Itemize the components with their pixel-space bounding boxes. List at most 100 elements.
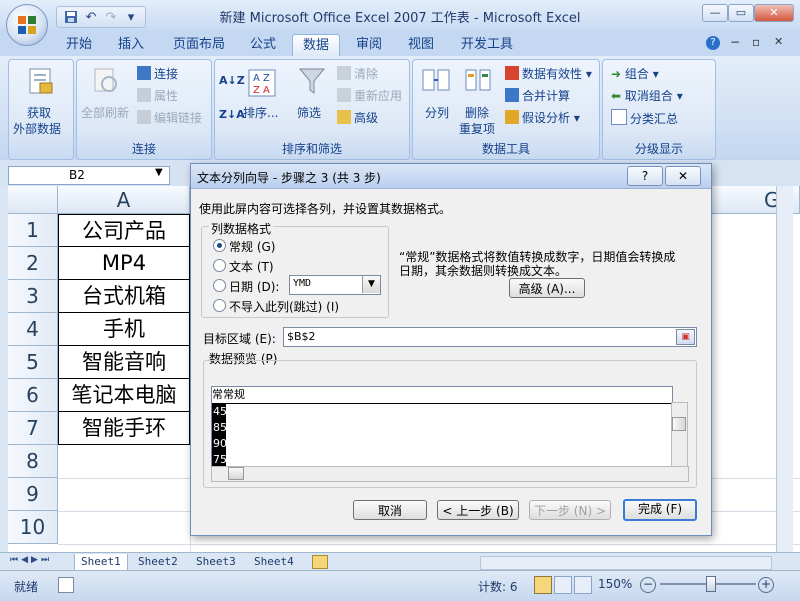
minimize-button[interactable]: — (702, 4, 728, 22)
zoom-in-icon[interactable]: + (758, 577, 774, 593)
insert-sheet-icon[interactable] (312, 555, 328, 569)
row-header-7[interactable]: 7 (8, 412, 58, 445)
properties-button[interactable]: 属性 (137, 87, 178, 104)
sheet-tab-3[interactable]: Sheet3 (190, 554, 242, 570)
tab-review[interactable]: 审阅 (346, 34, 392, 56)
row-header-3[interactable]: 3 (8, 280, 58, 313)
tab-home[interactable]: 开始 (56, 34, 102, 56)
office-button[interactable] (6, 4, 48, 46)
connections-icon (137, 66, 151, 80)
destination-input[interactable]: $B$2 ▣ (283, 327, 697, 347)
get-external-data-button[interactable]: 外部数据 (13, 120, 61, 137)
doc-close-button[interactable]: ✕ (774, 35, 783, 48)
tab-developer[interactable]: 开发工具 (451, 34, 523, 56)
sheet-tab-2[interactable]: Sheet2 (132, 554, 184, 570)
row-header-8[interactable]: 8 (8, 445, 58, 478)
cell-a5[interactable]: 智能音响 (58, 346, 190, 379)
preview-hscroll-thumb[interactable] (228, 467, 244, 480)
vertical-scrollbar[interactable] (776, 186, 793, 552)
cell-a3[interactable]: 台式机箱 (58, 280, 190, 313)
row-header-9[interactable]: 9 (8, 478, 58, 511)
filter-button[interactable]: 筛选 (297, 104, 321, 121)
page-layout-view-icon[interactable] (554, 576, 572, 594)
back-button[interactable]: < 上一步 (B) (437, 500, 519, 520)
zoom-out-icon[interactable]: − (640, 577, 656, 593)
normal-view-icon[interactable] (534, 576, 552, 594)
dialog-close-button[interactable]: ✕ (665, 166, 701, 186)
group-connections: 全部刷新 连接 属性 编辑链接 连接 (76, 59, 212, 160)
date-format-select[interactable]: YMD ▼ (289, 275, 381, 295)
row-header-5[interactable]: 5 (8, 346, 58, 379)
sheet-tab-1[interactable]: Sheet1 (74, 554, 128, 571)
cell-a2[interactable]: MP4 (58, 247, 190, 280)
tab-view[interactable]: 视图 (398, 34, 444, 56)
data-preview-grid[interactable]: 常常规 45个 85个 90个 75个 (211, 386, 673, 468)
tab-formulas[interactable]: 公式 (240, 34, 286, 56)
cell-a7[interactable]: 智能手环 (58, 412, 190, 445)
horizontal-scrollbar[interactable] (480, 556, 772, 570)
collapse-dialog-icon[interactable]: ▣ (676, 329, 695, 345)
preview-horizontal-scrollbar[interactable] (211, 466, 689, 482)
help-icon[interactable]: ? (706, 36, 720, 50)
subtotal-button[interactable]: 分类汇总 (611, 109, 678, 127)
preview-row-1: 45个 (213, 405, 238, 418)
refresh-all-button[interactable]: 全部刷新 (81, 104, 129, 121)
group-button[interactable]: ➜ 组合 ▾ (611, 65, 659, 82)
restore-button[interactable]: ▭ (728, 4, 754, 22)
sort-button[interactable]: 排序... (243, 104, 278, 121)
name-box-dropdown-icon[interactable]: ▼ (155, 167, 163, 178)
sort-desc-icon[interactable]: Z↓A (219, 108, 245, 121)
consolidate-button[interactable]: 合并计算 (505, 87, 570, 104)
doc-minimize-button[interactable]: − (730, 35, 740, 49)
tab-data[interactable]: 数据 (292, 34, 341, 57)
dialog-title: 文本分列向导 - 步骤之 3 (共 3 步) (197, 171, 381, 185)
subtotal-label: 分类汇总 (630, 112, 679, 126)
row-header-10[interactable]: 10 (8, 511, 58, 544)
office-logo-icon (18, 16, 36, 34)
zoom-level[interactable]: 150% (598, 577, 632, 591)
finish-button[interactable]: 完成 (F) (623, 499, 697, 521)
radio-date[interactable] (213, 279, 226, 292)
text-to-columns-button[interactable]: 分列 (425, 104, 449, 121)
remove-duplicates-button[interactable]: 重复项 (459, 120, 495, 137)
name-box[interactable]: B2 ▼ (8, 166, 170, 185)
tab-page-layout[interactable]: 页面布局 (163, 34, 235, 56)
col-header-a[interactable]: A (58, 186, 190, 214)
sort-asc-icon[interactable]: A↓Z (219, 74, 245, 87)
sheet-nav-arrows-icon[interactable]: ⏮◀▶⏭ (10, 555, 52, 565)
dialog-help-button[interactable]: ? (627, 166, 663, 186)
doc-restore-button[interactable]: ▫ (752, 35, 760, 49)
row-header-1[interactable]: 1 (8, 214, 58, 247)
ungroup-button[interactable]: ⬅ 取消组合 ▾ (611, 87, 683, 104)
cell-a6[interactable]: 笔记本电脑 (58, 379, 190, 412)
preview-scroll-thumb[interactable] (672, 417, 686, 431)
sheet-tab-4[interactable]: Sheet4 (248, 554, 300, 570)
preview-vertical-scrollbar[interactable] (671, 402, 688, 468)
cancel-button[interactable]: 取消 (353, 500, 427, 520)
cell-a4[interactable]: 手机 (58, 313, 190, 346)
remove-duplicates-label[interactable]: 删除 (465, 104, 489, 121)
reapply-button[interactable]: 重新应用 (337, 87, 402, 104)
macro-record-icon[interactable] (58, 577, 74, 593)
data-validation-button[interactable]: 数据有效性 ▾ (505, 65, 592, 82)
row-header-2[interactable]: 2 (8, 247, 58, 280)
zoom-slider-thumb[interactable] (706, 576, 716, 592)
what-if-button[interactable]: 假设分析 ▾ (505, 109, 580, 126)
close-button[interactable]: ✕ (754, 4, 794, 22)
radio-skip[interactable] (213, 299, 226, 312)
advanced-button[interactable]: 高级 (A)... (509, 278, 585, 298)
clear-button[interactable]: 清除 (337, 65, 378, 82)
page-break-view-icon[interactable] (574, 576, 592, 594)
select-all-corner[interactable] (8, 186, 58, 214)
cell-a1[interactable]: 公司产品 (58, 214, 190, 247)
edit-links-button[interactable]: 编辑链接 (137, 109, 202, 126)
advanced-filter-button[interactable]: 高级 (337, 109, 378, 126)
row-header-4[interactable]: 4 (8, 313, 58, 346)
radio-text[interactable] (213, 259, 226, 272)
get-external-label[interactable]: 获取 (27, 104, 51, 121)
connections-button[interactable]: 连接 (137, 65, 178, 82)
row-header-6[interactable]: 6 (8, 379, 58, 412)
tab-insert[interactable]: 插入 (108, 34, 154, 56)
radio-general[interactable] (213, 239, 226, 252)
chevron-down-icon[interactable]: ▼ (362, 276, 380, 293)
